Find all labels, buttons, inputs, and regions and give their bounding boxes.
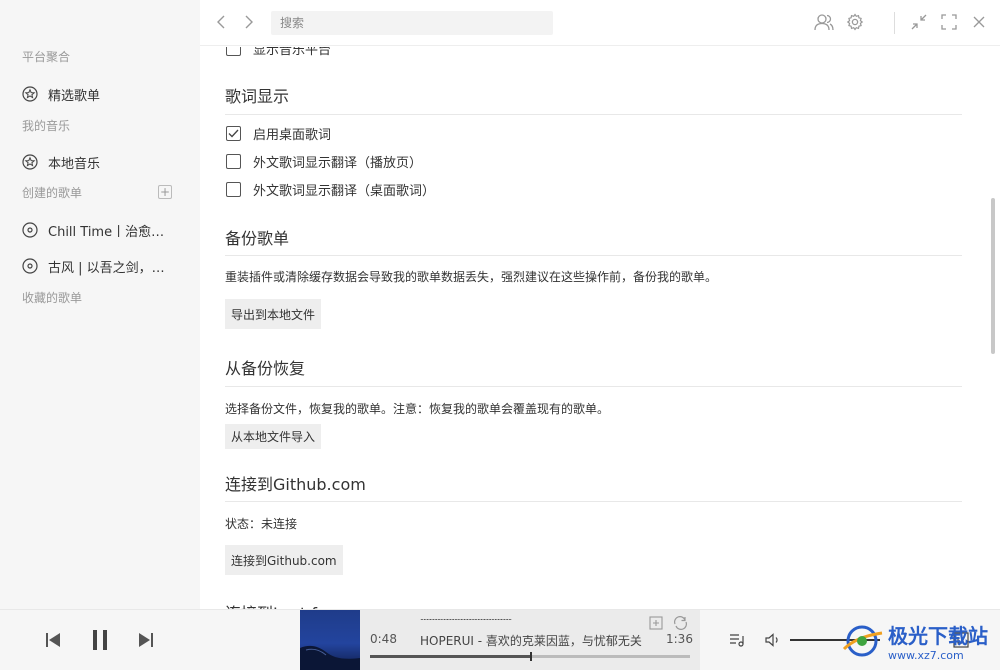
sidebar-item-playlist-gufeng[interactable]: 古风 | 以吾之剑，守护您 xyxy=(22,254,192,278)
minimize-button[interactable] xyxy=(909,12,929,32)
sidebar-item-featured[interactable]: 精选歌单 xyxy=(22,82,192,106)
user-button[interactable] xyxy=(814,12,834,32)
album-cover[interactable] xyxy=(300,610,360,670)
checkbox-show-platform[interactable]: 显示音乐平台 xyxy=(226,47,331,58)
export-local-file-button[interactable]: 导出到本地文件 xyxy=(225,299,322,329)
checkbox[interactable] xyxy=(226,154,241,169)
sidebar-item-playlist-chill[interactable]: Chill Time丨治愈且温暖的 xyxy=(22,218,192,242)
speaker-icon xyxy=(764,633,778,647)
close-button[interactable] xyxy=(969,12,989,32)
divider xyxy=(225,386,962,387)
section-title-restore: 从备份恢复 xyxy=(225,359,306,378)
next-button[interactable] xyxy=(137,630,155,650)
divider xyxy=(225,255,962,256)
forward-button[interactable] xyxy=(241,13,257,31)
checkbox-label: 显示音乐平台 xyxy=(253,47,332,58)
disc-icon xyxy=(22,258,38,274)
sidebar-section-platform: 平台聚合 xyxy=(22,50,71,64)
section-title-backup: 备份歌单 xyxy=(225,229,290,248)
sidebar-section-my-music: 我的音乐 xyxy=(22,119,71,133)
chevron-right-icon xyxy=(245,15,253,29)
playlist-icon xyxy=(730,634,744,647)
checkbox[interactable] xyxy=(226,182,241,197)
add-square-icon xyxy=(649,616,663,630)
settings-content: 显示音乐平台 歌词显示 启用桌面歌词 外文歌词显示翻译（播放页） 外文歌词显示翻… xyxy=(200,47,988,609)
progress-fill xyxy=(370,655,530,658)
sidebar-item-label: 精选歌单 xyxy=(48,88,101,104)
back-button[interactable] xyxy=(213,13,229,31)
section-title-lyrics: 歌词显示 xyxy=(225,87,290,106)
sidebar-item-label: 古风 | 以吾之剑，守护您 xyxy=(48,260,172,276)
search-input[interactable] xyxy=(271,11,553,35)
pause-icon xyxy=(93,630,107,650)
watermark-logo-icon xyxy=(842,625,883,657)
repeat-icon xyxy=(673,616,687,630)
fullscreen-button[interactable] xyxy=(939,12,959,32)
watermark: 极光下载站 www.xz7.com xyxy=(840,612,1000,670)
progress-bar[interactable] xyxy=(370,652,690,661)
close-icon xyxy=(973,16,985,28)
star-icon xyxy=(22,86,38,102)
previous-button[interactable] xyxy=(44,630,62,650)
now-playing-panel: ........................................… xyxy=(360,610,700,670)
repeat-button[interactable] xyxy=(672,615,688,631)
checkbox-checked[interactable] xyxy=(226,126,241,141)
skip-forward-icon xyxy=(139,633,153,647)
section-title-lastfm: 连接到Last.fm xyxy=(225,600,333,609)
elapsed-time: 0:48 xyxy=(370,632,397,646)
top-bar xyxy=(200,0,1000,46)
add-to-playlist-button[interactable] xyxy=(648,615,664,631)
progress-handle[interactable] xyxy=(530,652,532,661)
sidebar-item-label: 本地音乐 xyxy=(48,156,101,172)
restore-description: 选择备份文件，恢复我的歌单。注意：恢复我的歌单会覆盖现有的歌单。 xyxy=(225,402,610,416)
duration-time: 1:36 xyxy=(666,632,693,646)
watermark-url: www.xz7.com xyxy=(888,649,964,662)
sidebar-section-created: 创建的歌单 xyxy=(22,186,83,200)
disc-icon xyxy=(22,222,38,238)
sidebar-item-label: Chill Time丨治愈且温暖的 xyxy=(48,224,172,240)
connect-github-button[interactable]: 连接到Github.com xyxy=(225,545,343,575)
checkbox-desktop-lyrics[interactable]: 启用桌面歌词 xyxy=(226,124,331,143)
fullscreen-icon xyxy=(941,14,957,30)
import-local-file-button[interactable]: 从本地文件导入 xyxy=(225,424,322,449)
album-art-image xyxy=(300,645,360,670)
backup-description: 重装插件或清除缓存数据会导致我的歌单数据丢失，强烈建议在这些操作前，备份我的歌单… xyxy=(225,270,718,284)
sidebar: 平台聚合 精选歌单 我的音乐 本地音乐 创建的歌单 + Chill Time丨治… xyxy=(0,0,200,609)
sidebar-item-local-music[interactable]: 本地音乐 xyxy=(22,150,192,174)
collapse-icon xyxy=(911,14,927,30)
gear-icon xyxy=(846,13,864,31)
skip-back-icon xyxy=(46,633,60,647)
github-status: 状态：未连接 xyxy=(225,517,298,531)
track-title[interactable]: HOPERUI - 喜欢的克莱因蓝，与忧郁无关 xyxy=(420,632,642,649)
checkbox-label: 外文歌词显示翻译（桌面歌词） xyxy=(253,184,436,199)
pause-button[interactable] xyxy=(88,627,112,653)
volume-button[interactable] xyxy=(764,631,782,649)
lyric-line: ........................................… xyxy=(420,613,512,621)
checkbox-translate-playpage[interactable]: 外文歌词显示翻译（播放页） xyxy=(226,152,422,171)
user-icon xyxy=(814,14,834,31)
star-icon xyxy=(22,154,38,170)
playlist-button[interactable] xyxy=(728,631,746,649)
checkbox-label: 外文歌词显示翻译（播放页） xyxy=(253,156,423,171)
checkbox-label: 启用桌面歌词 xyxy=(253,128,332,143)
chevron-left-icon xyxy=(217,15,225,29)
content-scrollbar[interactable] xyxy=(991,198,995,354)
watermark-title: 极光下载站 xyxy=(888,624,988,648)
divider xyxy=(225,501,962,502)
toolbar-divider xyxy=(894,12,895,34)
check-icon xyxy=(228,129,239,138)
add-playlist-button[interactable]: + xyxy=(158,185,172,199)
settings-button[interactable] xyxy=(845,12,865,32)
sidebar-section-collected: 收藏的歌单 xyxy=(22,291,83,305)
checkbox[interactable] xyxy=(226,47,241,56)
section-title-github: 连接到Github.com xyxy=(225,475,366,494)
checkbox-translate-desktop[interactable]: 外文歌词显示翻译（桌面歌词） xyxy=(226,180,435,199)
divider xyxy=(225,114,962,115)
